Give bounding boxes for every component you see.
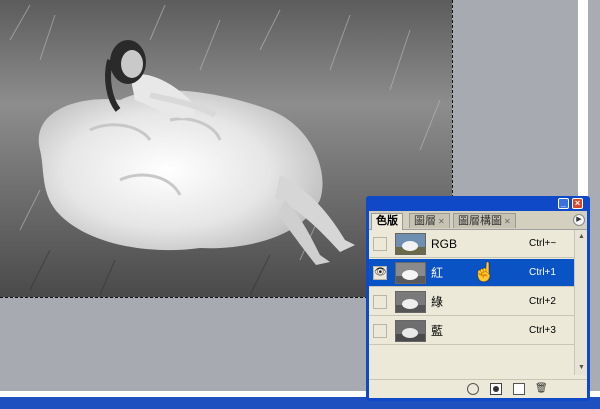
- scroll-down-icon[interactable]: ▼: [577, 363, 586, 372]
- channel-thumbnail: [395, 291, 426, 313]
- hand-cursor-icon: ☝: [473, 262, 496, 282]
- tab-layers-label: 圖層: [414, 215, 436, 227]
- channel-list: RGB Ctrl+~ 👁 紅 ☝ Ctrl+1 綠 Ctrl+2 藍 Ctrl+…: [369, 230, 574, 375]
- channel-name: 綠: [431, 295, 444, 309]
- visibility-toggle[interactable]: [373, 324, 387, 338]
- palette-menu-button[interactable]: ▶: [573, 214, 585, 226]
- save-selection-icon[interactable]: [490, 383, 502, 395]
- channel-row-blue[interactable]: 藍 Ctrl+3: [369, 317, 574, 345]
- palette-tabs: 色版 圖層 ✕ 圖層構圖 ✕ ▶: [369, 211, 587, 230]
- tab-layer-comps[interactable]: 圖層構圖 ✕: [453, 213, 516, 228]
- eye-icon[interactable]: 👁: [373, 266, 387, 280]
- palette-footer: 🗑: [369, 379, 587, 398]
- scroll-up-icon[interactable]: ▲: [577, 232, 586, 241]
- palette-body: 色版 圖層 ✕ 圖層構圖 ✕ ▶ RGB Ctrl+~ 👁 紅 ☝ Ctrl+1…: [369, 211, 587, 398]
- load-selection-icon[interactable]: [467, 383, 479, 395]
- channel-row-green[interactable]: 綠 Ctrl+2: [369, 288, 574, 316]
- channel-thumbnail: [395, 233, 426, 255]
- channel-list-scrollbar[interactable]: ▲ ▼: [574, 230, 587, 375]
- close-button[interactable]: ×: [572, 198, 583, 209]
- channel-row-red[interactable]: 👁 紅 ☝ Ctrl+1: [369, 259, 574, 287]
- tab-layer-comps-label: 圖層構圖: [458, 215, 502, 227]
- tab-channels[interactable]: 色版: [371, 213, 403, 230]
- channels-palette: _ × 色版 圖層 ✕ 圖層構圖 ✕ ▶ RGB Ctrl+~ 👁 紅 ☝ Ct…: [366, 196, 590, 401]
- visibility-toggle[interactable]: [373, 237, 387, 251]
- channel-row-rgb[interactable]: RGB Ctrl+~: [369, 230, 574, 258]
- channel-shortcut: Ctrl+2: [529, 296, 556, 307]
- tab-channels-label: 色版: [376, 215, 398, 227]
- delete-channel-icon[interactable]: 🗑: [535, 383, 548, 395]
- tab-close-icon: ✕: [504, 217, 511, 226]
- channel-shortcut: Ctrl+3: [529, 325, 556, 336]
- channel-name: RGB: [431, 237, 458, 251]
- channel-shortcut: Ctrl+~: [529, 238, 557, 249]
- channel-shortcut: Ctrl+1: [529, 267, 556, 278]
- new-channel-icon[interactable]: [513, 383, 525, 395]
- channel-name: 紅: [431, 266, 444, 280]
- channel-name: 藍: [431, 324, 444, 338]
- channel-thumbnail: [395, 320, 426, 342]
- channel-thumbnail: [395, 262, 426, 284]
- minimize-button[interactable]: _: [558, 198, 569, 209]
- palette-title-bar[interactable]: _ ×: [366, 196, 590, 210]
- visibility-toggle[interactable]: [373, 295, 387, 309]
- tab-close-icon: ✕: [438, 217, 445, 226]
- tab-layers[interactable]: 圖層 ✕: [409, 213, 450, 228]
